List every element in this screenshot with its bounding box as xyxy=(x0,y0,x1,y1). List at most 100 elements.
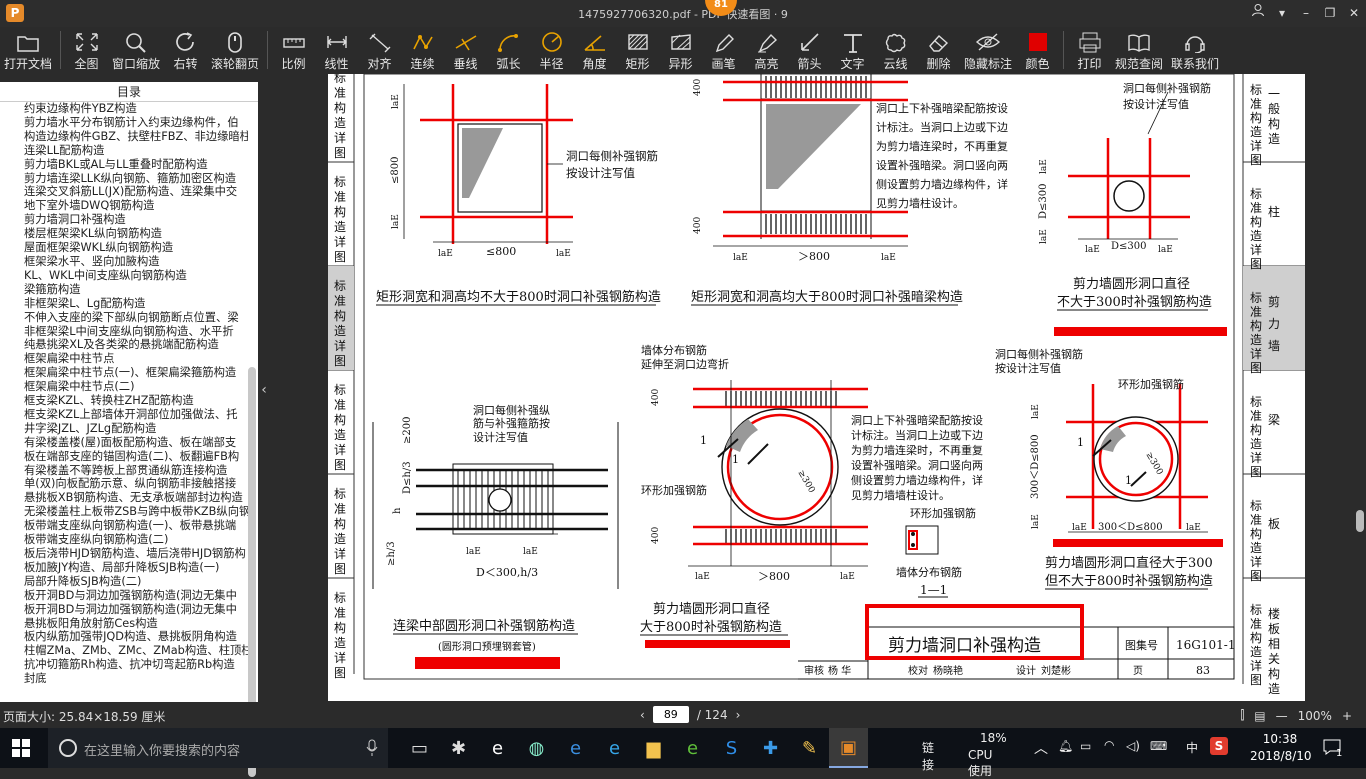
outline-item[interactable]: 屋面框架梁WKL纵向钢筋构造 xyxy=(24,241,248,255)
taskbar-search[interactable]: 在这里输入你要搜索的内容 xyxy=(48,728,388,768)
page-scrollbar[interactable] xyxy=(1356,510,1364,532)
sogou-ime-icon[interactable]: S xyxy=(1210,737,1228,755)
right-tab-0[interactable]: 一般构造 xyxy=(1268,87,1280,146)
zoom-level[interactable]: 100% xyxy=(1298,709,1332,723)
outline-item[interactable]: 有梁楼盖楼(屋)面板配筋构造、板在端部支 xyxy=(24,436,248,450)
outline-item[interactable]: 框支梁KZL上部墙体开洞部位加强做法、托 xyxy=(24,408,248,422)
outline-item[interactable]: 有梁楼盖不等跨板上部贯通纵筋连接构造 xyxy=(24,464,248,478)
wifi-icon[interactable]: ◠ xyxy=(1104,738,1114,752)
task-view-icon[interactable]: ▭ xyxy=(400,728,439,768)
right-tab-std-0[interactable]: 标准构造详图 xyxy=(1250,83,1262,167)
tool-mouse-wheel[interactable]: 滚轮翻页 xyxy=(207,27,263,74)
outline-item[interactable]: 剪力墙水平分布钢筋计入约束边缘构件，伯 xyxy=(24,116,248,130)
menu-dropdown-icon[interactable]: ▾ xyxy=(1270,0,1294,27)
outline-item[interactable]: 约束边缘构件YBZ构造 xyxy=(24,102,248,116)
tool-folder[interactable]: 打开文档 xyxy=(0,27,56,74)
outline-item[interactable]: KL、WKL中间支座纵向钢筋构造 xyxy=(24,269,248,283)
close-button[interactable]: ✕ xyxy=(1342,0,1366,27)
tool-eraser[interactable]: 删除 xyxy=(917,27,960,74)
outline-item[interactable]: 无梁楼盖柱上板带ZSB与跨中板带KZB纵向钢 xyxy=(24,505,248,519)
tool-hide-eye[interactable]: 隐藏标注 xyxy=(960,27,1016,74)
edge-browser-icon[interactable]: e xyxy=(556,728,595,768)
qq-browser-icon[interactable]: ◍ xyxy=(517,728,556,768)
right-tab-std-3[interactable]: 标准构造详图 xyxy=(1250,395,1262,479)
outline-item[interactable]: 封底 xyxy=(24,672,248,686)
volume-icon[interactable]: ◁) xyxy=(1126,739,1140,753)
outline-item[interactable]: 悬挑板阳角放射筋Ces构造 xyxy=(24,617,248,631)
tool-headset[interactable]: 联系我们 xyxy=(1167,27,1223,74)
outline-item[interactable]: 板开洞BD与洞边加强钢筋构造(洞边无集中 xyxy=(24,603,248,617)
notification-bell-icon[interactable]: 🔔︎ xyxy=(1058,739,1073,753)
file-explorer-icon[interactable]: ▆ xyxy=(634,728,673,768)
left-tab-0[interactable]: 标准构造详图 xyxy=(334,74,346,160)
tool-continuous-measure[interactable]: 连续 xyxy=(401,27,444,74)
right-tab-4[interactable]: 板 xyxy=(1268,517,1280,531)
prev-page-button[interactable]: ‹ xyxy=(640,708,645,722)
outline-item[interactable]: 不伸入支座的梁下部纵向钢筋断点位置、梁 xyxy=(24,311,248,325)
tool-book[interactable]: 规范查阅 xyxy=(1111,27,1167,74)
outline-item[interactable]: 楼层框架梁KL纵向钢筋构造 xyxy=(24,227,248,241)
outline-item[interactable]: 板加腋JY构造、局部升降板SJB构造(一) xyxy=(24,561,248,575)
outline-item[interactable]: 剪力墙BKL或AL与LL重叠时配筋构造 xyxy=(24,158,248,172)
page-number-input[interactable]: 89 xyxy=(652,706,689,723)
left-tab-3[interactable]: 标准构造详图 xyxy=(334,383,346,472)
tool-pencil[interactable]: 画笔 xyxy=(702,27,745,74)
right-tab-3[interactable]: 梁 xyxy=(1268,412,1280,427)
right-tab-5[interactable]: 楼板相关构造 xyxy=(1268,606,1280,696)
right-tab-2[interactable]: 剪力墙 xyxy=(1268,294,1280,353)
outline-item[interactable]: 井字梁JZL、JZLg配筋构造 xyxy=(24,422,248,436)
right-tab-std-4[interactable]: 标准构造详图 xyxy=(1250,499,1262,583)
outline-item[interactable]: 板后浇带HJD钢筋构造、墙后浇带HJD钢筋构 xyxy=(24,547,248,561)
tool-printer[interactable]: 打印 xyxy=(1068,27,1111,74)
right-tab-1[interactable]: 柱 xyxy=(1268,204,1280,219)
outline-item[interactable]: 非框架梁L中间支座纵向钢筋构造、水平折 xyxy=(24,325,248,339)
outline-item[interactable]: 非框架梁L、Lg配筋构造 xyxy=(24,297,248,311)
notes-app-icon[interactable]: ✎ xyxy=(790,728,829,768)
tool-rectangle[interactable]: 矩形 xyxy=(616,27,659,74)
outline-item[interactable]: 剪力墙洞口补强构造 xyxy=(24,213,248,227)
outline-item[interactable]: 框架扁梁中柱节点 xyxy=(24,352,248,366)
outline-item[interactable]: 剪力墙连梁LLK纵向钢筋、箍筋加密区构造 xyxy=(24,172,248,186)
tray-expand-icon[interactable]: ︿ xyxy=(1034,738,1048,758)
ime-indicator[interactable]: 中 xyxy=(1186,739,1198,756)
outline-item[interactable]: 框支梁KZL、转换柱ZHZ配筋构造 xyxy=(24,394,248,408)
tool-angle[interactable]: 角度 xyxy=(573,27,616,74)
tool-color-swatch[interactable]: 颜色 xyxy=(1016,27,1059,74)
left-tab-1[interactable]: 标准构造详图 xyxy=(334,175,346,264)
outline-item[interactable]: 板带端支座纵向钢筋构造(二) xyxy=(24,533,248,547)
taskbar-clock[interactable]: 10:38 2018/8/10 xyxy=(1250,731,1312,765)
outline-item[interactable]: 柱帽ZMa、ZMb、ZMc、ZMab构造、柱顶柱帽 xyxy=(24,644,248,658)
outline-item[interactable]: 悬挑板XB钢筋构造、无支承板端部封边构造 xyxy=(24,491,248,505)
tool-highlighter[interactable]: 高亮 xyxy=(745,27,788,74)
outline-item[interactable]: 地下室外墙DWQ钢筋构造 xyxy=(24,199,248,213)
outline-item[interactable]: 构造边缘构件GBZ、扶壁柱FBZ、非边缘暗柱 xyxy=(24,130,248,144)
internet-explorer-icon[interactable]: e xyxy=(595,728,634,768)
tool-fullscreen[interactable]: 全图 xyxy=(65,27,108,74)
layout-icon[interactable]: ⫿ xyxy=(1240,708,1244,723)
zoom-in-button[interactable]: + xyxy=(1342,709,1352,723)
left-tab-5[interactable]: 标准构造详图 xyxy=(334,591,346,680)
tool-rotate-right[interactable]: 右转 xyxy=(164,27,207,74)
right-tab-std-2[interactable]: 标准构造详图 xyxy=(1250,291,1262,375)
sogou-browser-icon[interactable]: S xyxy=(712,728,751,768)
restore-button[interactable]: ❐ xyxy=(1318,0,1342,27)
tool-polygon[interactable]: 异形 xyxy=(659,27,702,74)
right-tab-std-5[interactable]: 标准构造详图 xyxy=(1250,603,1262,687)
tool-arc-length[interactable]: 弧长 xyxy=(487,27,530,74)
single-page-icon[interactable]: ▤ xyxy=(1254,709,1265,723)
fan-app-icon[interactable]: ✱ xyxy=(439,728,478,768)
tool-ruler[interactable]: 比例 xyxy=(272,27,315,74)
keyboard-icon[interactable]: ⌨ xyxy=(1150,739,1167,753)
battery-icon[interactable]: ▭ xyxy=(1080,739,1091,753)
right-tab-std-1[interactable]: 标准构造详图 xyxy=(1250,187,1262,271)
left-tab-4[interactable]: 标准构造详图 xyxy=(334,487,346,576)
outline-item[interactable]: 连梁LL配筋构造 xyxy=(24,144,248,158)
next-page-button[interactable]: › xyxy=(736,708,741,722)
pdf-viewer-icon[interactable]: ▣ xyxy=(829,728,868,768)
tool-aligned-measure[interactable]: 对齐 xyxy=(358,27,401,74)
outline-item[interactable]: 板内纵筋加强带JQD构造、悬挑板阴角构造 xyxy=(24,630,248,644)
tool-zoom[interactable]: 窗口缩放 xyxy=(108,27,164,74)
outline-item[interactable]: 抗冲切箍筋Rh构造、抗冲切弯起筋Rb构造 xyxy=(24,658,248,672)
plus-app-icon[interactable]: ✚ xyxy=(751,728,790,768)
outline-item[interactable]: 板在端部支座的锚固构造(二)、板翻遍FB构 xyxy=(24,450,248,464)
